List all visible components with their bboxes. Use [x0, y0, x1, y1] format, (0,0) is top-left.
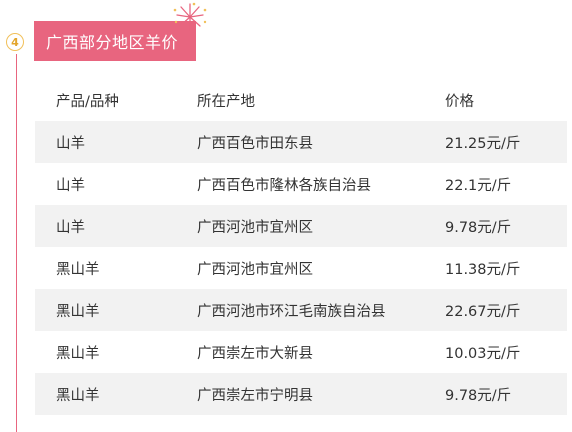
cell-price: 21.25元/斤 — [445, 135, 521, 152]
cell-origin: 广西河池市宜州区 — [197, 261, 313, 278]
cell-price: 22.1元/斤 — [445, 177, 512, 194]
cell-origin: 广西百色市隆林各族自治县 — [197, 177, 371, 194]
header-product: 产品/品种 — [56, 93, 119, 110]
cell-origin: 广西百色市田东县 — [197, 135, 313, 152]
cell-origin: 广西崇左市宁明县 — [197, 387, 313, 404]
firework-icon — [173, 2, 207, 32]
cell-product: 黑山羊 — [56, 261, 100, 278]
cell-price: 22.67元/斤 — [445, 303, 521, 320]
table-row: 黑山羊 广西崇左市大新县 10.03元/斤 — [35, 331, 567, 373]
table-row: 黑山羊 广西河池市宜州区 11.38元/斤 — [35, 247, 567, 289]
cell-origin: 广西崇左市大新县 — [197, 345, 313, 362]
step-number-badge: 4 — [6, 33, 24, 51]
cell-product: 山羊 — [56, 177, 85, 194]
table-row: 山羊 广西百色市田东县 21.25元/斤 — [35, 121, 567, 163]
cell-price: 9.78元/斤 — [445, 219, 512, 236]
timeline-line — [16, 54, 17, 432]
cell-product: 山羊 — [56, 135, 85, 152]
section-title-text: 广西部分地区羊价 — [46, 33, 179, 52]
cell-product: 黑山羊 — [56, 345, 100, 362]
cell-product: 黑山羊 — [56, 387, 100, 404]
header-price: 价格 — [445, 93, 474, 110]
cell-product: 山羊 — [56, 219, 85, 236]
cell-price: 11.38元/斤 — [445, 261, 521, 278]
cell-price: 9.78元/斤 — [445, 387, 512, 404]
table-header-row: 产品/品种 所在产地 价格 — [35, 79, 567, 121]
table-row: 黑山羊 广西河池市环江毛南族自治县 22.67元/斤 — [35, 289, 567, 331]
cell-product: 黑山羊 — [56, 303, 100, 320]
cell-price: 10.03元/斤 — [445, 345, 521, 362]
cell-origin: 广西河池市宜州区 — [197, 219, 313, 236]
table-row: 黑山羊 广西崇左市宁明县 9.78元/斤 — [35, 373, 567, 415]
table-row: 山羊 广西河池市宜州区 9.78元/斤 — [35, 205, 567, 247]
header-origin: 所在产地 — [197, 93, 255, 110]
cell-origin: 广西河池市环江毛南族自治县 — [197, 303, 386, 320]
price-table: 产品/品种 所在产地 价格 山羊 广西百色市田东县 21.25元/斤 山羊 广西… — [35, 79, 567, 415]
table-row: 山羊 广西百色市隆林各族自治县 22.1元/斤 — [35, 163, 567, 205]
